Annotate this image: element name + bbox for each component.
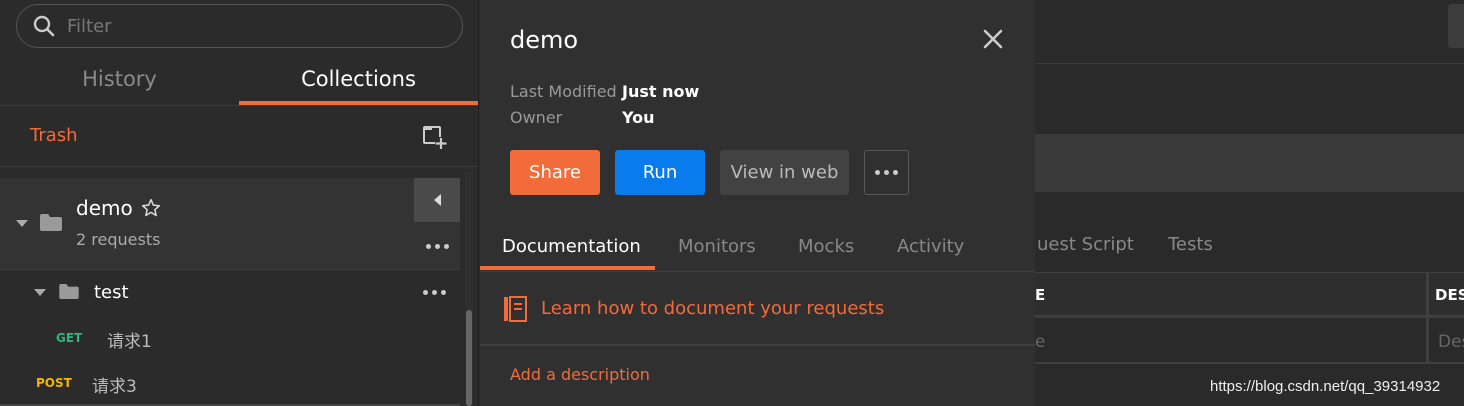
add-description-link[interactable]: Add a description (510, 365, 650, 384)
method-badge-post: POST (36, 376, 72, 390)
chevron-down-icon[interactable] (34, 289, 46, 296)
run-button[interactable]: Run (615, 150, 705, 195)
sidebar: History Collections Trash demo 2 request… (0, 0, 479, 406)
tab-collections[interactable]: Collections (239, 56, 478, 105)
tab-tests[interactable]: Tests (1168, 234, 1213, 255)
learn-docs-link[interactable]: Learn how to document your requests (541, 298, 884, 319)
request-name: 请求1 (107, 332, 152, 352)
star-icon[interactable] (141, 198, 161, 218)
request-name: 请求3 (92, 377, 137, 397)
tab-mocks[interactable]: Mocks (798, 236, 854, 257)
workspace-topbar (1035, 0, 1464, 64)
column-divider (1426, 272, 1429, 362)
tab-activity[interactable]: Activity (897, 236, 964, 257)
chevron-down-icon[interactable] (16, 220, 28, 227)
sidebar-tabs: History Collections (0, 56, 478, 106)
collapse-sidebar-button[interactable] (414, 178, 460, 222)
tab-monitors[interactable]: Monitors (678, 236, 756, 257)
search-icon (33, 15, 55, 37)
last-modified-value: Just now (622, 82, 700, 101)
collection-more-icon[interactable] (426, 244, 449, 249)
trash-row: Trash (0, 107, 478, 167)
request-row[interactable]: POST 请求3 (0, 360, 460, 404)
documentation-book-icon (504, 296, 527, 322)
new-collection-icon[interactable] (422, 124, 448, 150)
share-button[interactable]: Share (510, 150, 600, 195)
folder-row-test[interactable]: test (0, 272, 460, 314)
request-row[interactable]: GET 请求1 (0, 316, 460, 360)
folder-more-icon[interactable] (423, 290, 446, 295)
view-in-web-button[interactable]: View in web (720, 150, 849, 195)
method-badge-get: GET (56, 331, 83, 345)
chevron-left-icon (433, 194, 441, 206)
collection-info-panel: demo Last Modified Just now Owner You Sh… (480, 0, 1035, 406)
description-cell-placeholder[interactable]: Des (1438, 332, 1464, 352)
column-description-header: DES (1435, 286, 1464, 304)
panel-title: demo (510, 26, 579, 54)
folder-icon (59, 284, 79, 299)
tab-history[interactable]: History (0, 56, 239, 105)
collection-name: demo (76, 196, 133, 220)
folder-icon (40, 214, 62, 231)
folder-name: test (94, 282, 129, 303)
workspace-top-button[interactable] (1448, 4, 1464, 48)
panel-tabs: Documentation Monitors Mocks Activity (480, 222, 1035, 272)
more-options-button[interactable] (864, 150, 909, 195)
owner-label: Owner (510, 108, 563, 127)
sidebar-scrollbar-thumb[interactable] (466, 310, 472, 406)
collection-row-demo[interactable]: demo 2 requests (0, 178, 460, 270)
last-modified-label: Last Modified (510, 82, 617, 101)
close-icon[interactable] (982, 28, 1004, 50)
value-cell-placeholder[interactable]: e (1035, 332, 1045, 352)
filter-input[interactable] (67, 15, 407, 37)
tab-pre-request-script[interactable]: uest Script (1037, 234, 1134, 255)
trash-link[interactable]: Trash (30, 125, 78, 146)
filter-box[interactable] (16, 4, 463, 48)
watermark-url: https://blog.csdn.net/qq_39314932 (1210, 378, 1441, 395)
params-table-header (1035, 272, 1464, 318)
collection-request-count: 2 requests (76, 230, 161, 249)
row-divider (1035, 362, 1464, 364)
active-tab-indicator (480, 266, 655, 270)
url-bar[interactable] (1035, 134, 1464, 192)
tab-documentation[interactable]: Documentation (502, 236, 641, 257)
column-key-header: E (1035, 286, 1046, 304)
more-icon (875, 170, 898, 175)
owner-value: You (622, 108, 655, 127)
